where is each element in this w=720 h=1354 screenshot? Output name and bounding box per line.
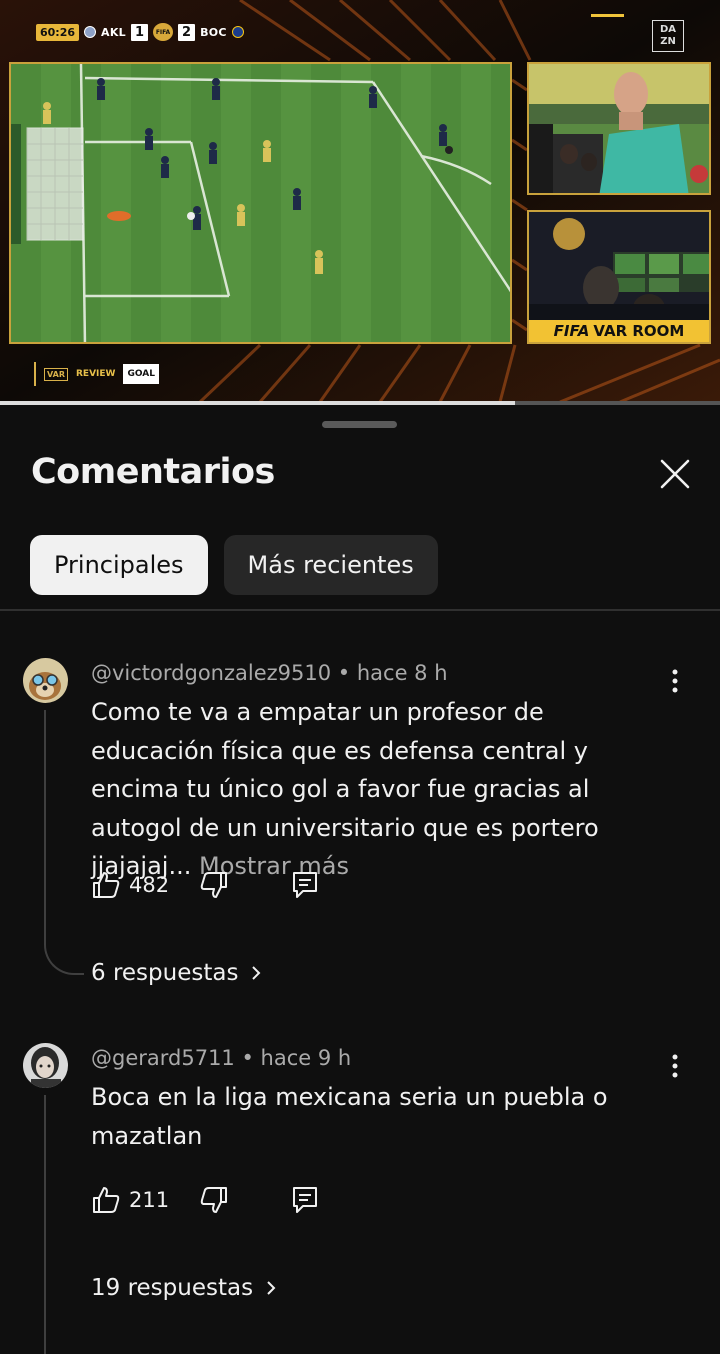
panel-divider	[0, 609, 720, 611]
comment-text: Boca en la liga mexicana seria un puebla…	[91, 1078, 611, 1155]
thread-line	[44, 710, 84, 975]
reply-button[interactable]	[291, 870, 319, 900]
dislike-button[interactable]	[199, 870, 229, 900]
view-replies-button[interactable]: 19 respuestas	[91, 1275, 279, 1301]
comment-text: Como te va a empatar un profesor de educ…	[91, 693, 671, 886]
chevron-right-icon	[252, 966, 261, 980]
var-room-view: FIFA VAR ROOM	[527, 210, 711, 344]
like-button[interactable]	[91, 1185, 121, 1215]
away-team: BOC	[200, 25, 227, 39]
comments-panel: Comentarios Principales Más recientes @v…	[0, 405, 720, 1354]
competition-badge: FIFA	[153, 23, 174, 41]
broadcaster-name: DAZN	[659, 24, 677, 47]
comment-time: hace 9 h	[260, 1046, 352, 1070]
comment-actions: 482	[91, 870, 229, 900]
chevron-right-icon	[267, 1281, 276, 1295]
thumbs-down-icon	[200, 872, 228, 898]
comment-time: hace 8 h	[356, 661, 448, 685]
var-chip: VAR	[44, 367, 68, 381]
thumbs-up-icon	[93, 1187, 120, 1213]
dislike-button[interactable]	[199, 1185, 229, 1215]
filter-chip-newest[interactable]: Más recientes	[223, 535, 438, 595]
comment-author[interactable]: @victordgonzalez9510	[91, 661, 331, 685]
match-clock: 60:26	[36, 23, 80, 41]
pitch-illustration	[11, 64, 510, 342]
view-replies-button[interactable]: 6 respuestas	[91, 960, 264, 986]
broadcaster-logo: DAZN	[652, 20, 684, 52]
more-options-button[interactable]	[662, 1052, 688, 1082]
referee-camera-view	[527, 62, 711, 195]
thumbs-up-icon	[93, 872, 120, 898]
like-count: 482	[129, 873, 170, 897]
review-label: REVIEW	[76, 369, 116, 379]
avatar[interactable]	[23, 658, 68, 703]
meta-separator: •	[337, 661, 357, 685]
reply-button[interactable]	[291, 1185, 319, 1215]
comment-actions: 211	[91, 1185, 229, 1215]
goal-net	[26, 127, 84, 241]
decision-chip: GOAL	[123, 364, 159, 384]
away-score: 2	[178, 23, 196, 41]
video-player[interactable]: 60:26 AKL 1 FIFA 2 BOC DAZN FIFA VAR ROO…	[0, 0, 720, 402]
var-room-illustration	[529, 212, 709, 324]
comment-meta: @victordgonzalez9510 • hace 8 h	[91, 661, 448, 685]
dog-avatar-icon	[23, 658, 68, 703]
var-room-text: VAR ROOM	[593, 322, 685, 340]
scoreboard: 60:26 AKL 1 FIFA 2 BOC	[36, 22, 244, 42]
comment-body: Boca en la liga mexicana seria un puebla…	[91, 1083, 608, 1150]
avatar[interactable]	[23, 1043, 68, 1088]
comment-meta: @gerard5711 • hace 9 h	[91, 1046, 351, 1070]
drag-handle[interactable]	[322, 421, 397, 428]
comment-author[interactable]: @gerard5711	[91, 1046, 235, 1070]
filter-chips: Principales Más recientes	[30, 535, 438, 595]
match-replay-view	[9, 62, 512, 344]
var-room-label: FIFA VAR ROOM	[529, 320, 709, 342]
replies-count: 19 respuestas	[91, 1275, 254, 1301]
accent-bar	[591, 14, 624, 17]
var-review-banner: VAR REVIEW GOAL	[34, 362, 159, 386]
close-button[interactable]	[656, 455, 694, 493]
var-room-brand: FIFA	[553, 322, 590, 340]
away-crest-icon	[231, 26, 244, 38]
reply-icon	[293, 872, 317, 898]
filter-chip-top[interactable]: Principales	[30, 535, 208, 595]
banner-divider	[34, 362, 36, 386]
replies-count: 6 respuestas	[91, 960, 239, 986]
thread-line	[44, 1095, 84, 1354]
home-crest-icon	[84, 26, 97, 38]
person-avatar-icon	[23, 1043, 68, 1088]
home-score: 1	[130, 23, 149, 41]
like-button[interactable]	[91, 870, 121, 900]
like-count: 211	[129, 1188, 170, 1212]
home-team: AKL	[101, 25, 126, 39]
more-vertical-icon	[672, 1054, 678, 1078]
reply-icon	[293, 1187, 317, 1213]
panel-title: Comentarios	[31, 452, 275, 492]
referee-illustration	[529, 64, 709, 193]
meta-separator: •	[241, 1046, 261, 1070]
close-icon	[660, 459, 690, 489]
thumbs-down-icon	[200, 1187, 228, 1213]
